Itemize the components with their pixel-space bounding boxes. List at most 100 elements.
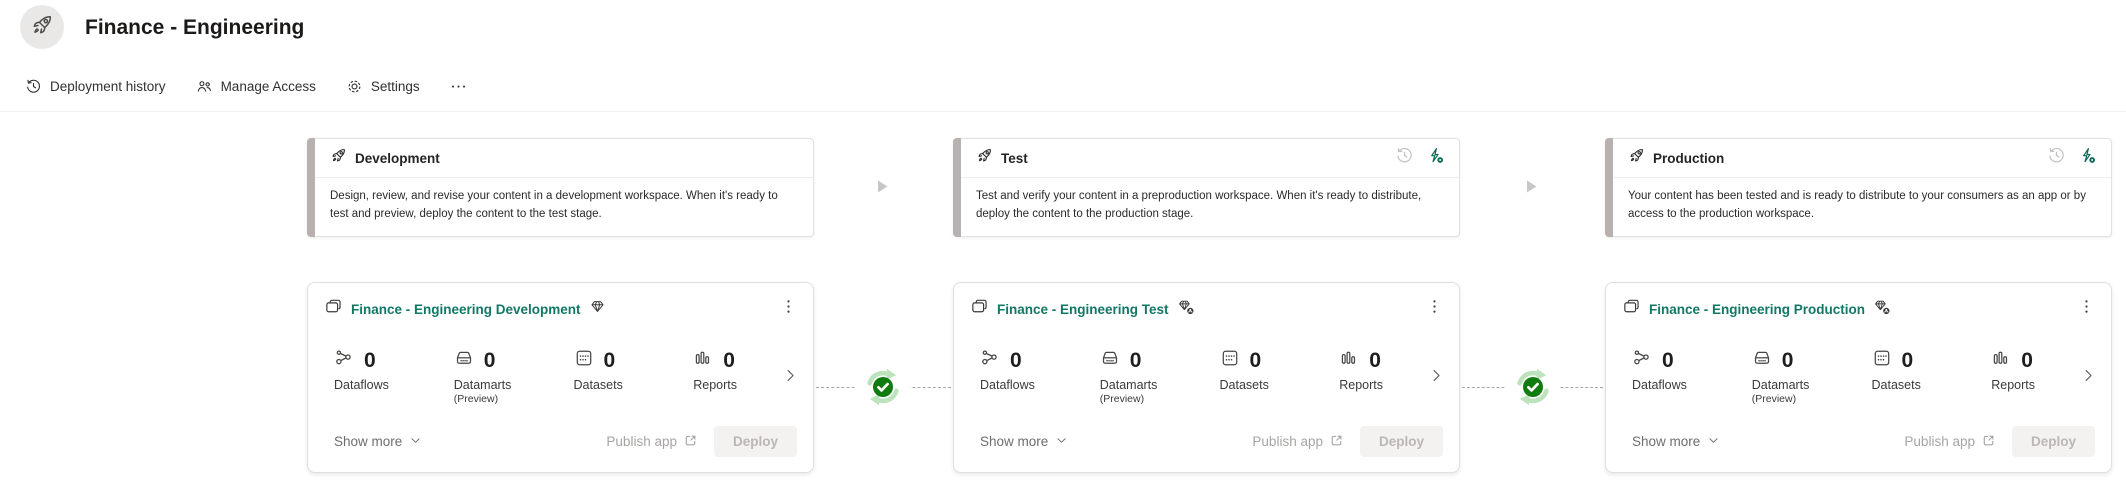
settings-label: Settings: [370, 79, 420, 94]
stat-sublabel: (Preview): [453, 393, 499, 405]
rocket-icon: [976, 147, 993, 169]
workspace-stats: 0 Dataflows 0 Datamarts (Preview) 0 Data…: [954, 322, 1459, 406]
external-link-icon: [683, 433, 698, 451]
diamond-person-badge-icon: [1873, 298, 1891, 321]
toolbar-divider: [0, 111, 2126, 112]
stage-header: Production: [1606, 139, 2111, 178]
chevron-right-icon[interactable]: [2080, 367, 2097, 389]
reports-icon: [1991, 348, 2011, 373]
stat-sublabel: (Preview): [1751, 393, 1797, 405]
stat-label: Datamarts: [1099, 378, 1158, 392]
stat-value: 0: [723, 348, 735, 372]
show-more-button[interactable]: Show more: [980, 434, 1068, 450]
stat-sublabel: (Preview): [1099, 393, 1145, 405]
chevron-right-icon[interactable]: [1428, 367, 1445, 389]
settings-button[interactable]: Settings: [346, 78, 420, 95]
stat-label: Datasets: [1871, 378, 1921, 392]
stage-card-production: Production Your content has been tested …: [1605, 138, 2112, 237]
stat-value: 0: [2021, 348, 2033, 372]
chevron-down-icon: [409, 434, 422, 450]
stat-datamarts: 0 Datamarts (Preview): [1751, 348, 1872, 406]
chevron-right-icon[interactable]: [782, 367, 799, 389]
workspace-name-link[interactable]: Finance - Engineering Production: [1649, 302, 1865, 317]
stat-value: 0: [1010, 348, 1022, 372]
dataflows-icon: [980, 348, 1000, 373]
datasets-icon: [1872, 348, 1892, 373]
kebab-menu-button[interactable]: [2076, 296, 2097, 322]
more-options-button[interactable]: [450, 78, 467, 95]
stat-datasets: 0 Datasets: [1872, 348, 1992, 405]
deployment-history-button[interactable]: Deployment history: [25, 78, 166, 95]
workspace-stats: 0 Dataflows 0 Datamarts (Preview) 0 Data…: [308, 322, 813, 406]
stat-label: Dataflows: [334, 378, 389, 392]
diamond-person-badge-icon: [1177, 298, 1195, 321]
deploy-button[interactable]: Deploy: [713, 426, 797, 457]
datamarts-icon: [1752, 348, 1772, 373]
publish-app-button[interactable]: Publish app: [1252, 433, 1344, 451]
gear-icon: [346, 78, 363, 95]
stat-value: 0: [1781, 348, 1794, 372]
show-more-button[interactable]: Show more: [334, 434, 422, 450]
workspace-icon: [324, 297, 343, 321]
manage-access-button[interactable]: Manage Access: [196, 78, 316, 95]
workspace-name-link[interactable]: Finance - Engineering Test: [997, 302, 1169, 317]
kebab-menu-button[interactable]: [778, 296, 799, 322]
manage-access-label: Manage Access: [220, 79, 316, 94]
dataflows-icon: [1632, 348, 1652, 373]
deployment-settings-icon[interactable]: [2078, 146, 2097, 170]
workspace-footer: Show more Publish app Deploy: [1606, 426, 2111, 457]
chevron-down-icon: [1055, 434, 1068, 450]
stat-value: 0: [364, 348, 376, 372]
pipeline-avatar: [20, 5, 64, 49]
datasets-icon: [574, 348, 594, 373]
stage-description: Your content has been tested and is read…: [1628, 190, 2086, 220]
show-more-label: Show more: [980, 434, 1049, 449]
workspace-icon: [1622, 297, 1641, 321]
datamarts-icon: [1100, 348, 1120, 373]
stat-value: 0: [1901, 348, 1914, 372]
stage-name: Development: [355, 150, 440, 166]
workspace-title-row: Finance - Engineering Development: [308, 283, 813, 322]
people-icon: [196, 78, 213, 95]
stage-actions: [1395, 146, 1445, 170]
footer-actions: Publish app Deploy: [1904, 426, 2095, 457]
datasets-icon: [1220, 348, 1240, 373]
workspace-card-production: Finance - Engineering Production 0 Dataf…: [1605, 282, 2112, 473]
workspace-stats: 0 Dataflows 0 Datamarts (Preview) 0 Data…: [1606, 322, 2111, 406]
stage-description: Design, review, and revise your content …: [330, 190, 778, 220]
publish-app-button[interactable]: Publish app: [1904, 433, 1996, 451]
deploy-button[interactable]: Deploy: [1359, 426, 1443, 457]
sync-check-icon[interactable]: [1505, 359, 1561, 415]
workspace-name-link[interactable]: Finance - Engineering Development: [351, 302, 581, 317]
datamarts-icon: [454, 348, 474, 373]
stat-label: Dataflows: [1632, 378, 1687, 392]
external-link-icon: [1329, 433, 1344, 451]
stage-history-icon[interactable]: [2047, 146, 2066, 170]
rocket-icon: [1628, 147, 1645, 169]
stat-dataflows: 0 Dataflows: [334, 348, 454, 405]
stat-label: Datamarts: [453, 378, 512, 392]
external-link-icon: [1981, 433, 1996, 451]
kebab-menu-button[interactable]: [1424, 296, 1445, 322]
publish-app-button[interactable]: Publish app: [606, 433, 698, 451]
publish-app-label: Publish app: [606, 434, 677, 449]
stat-label: Datamarts: [1751, 378, 1810, 392]
stage-history-icon[interactable]: [1395, 146, 1414, 170]
stage-card-test: Test Test and verify your content in a p…: [953, 138, 1460, 237]
deploy-button[interactable]: Deploy: [2011, 426, 2095, 457]
workspace-card-development: Finance - Engineering Development 0 Data…: [307, 282, 814, 473]
stat-value: 0: [483, 348, 496, 372]
dataflows-icon: [334, 348, 354, 373]
workspace-title-row: Finance - Engineering Production: [1606, 283, 2111, 322]
workspace-footer: Show more Publish app Deploy: [308, 426, 813, 457]
sync-check-icon[interactable]: [855, 359, 911, 415]
stage-description: Test and verify your content in a prepro…: [976, 190, 1422, 220]
stat-label: Datasets: [573, 378, 623, 392]
history-icon: [25, 78, 42, 95]
stage-name: Production: [1653, 150, 1725, 166]
show-more-button[interactable]: Show more: [1632, 434, 1720, 450]
stage-accent-bar: [1605, 138, 1613, 237]
stat-label: Dataflows: [980, 378, 1035, 392]
workspace-icon: [970, 297, 989, 321]
deployment-settings-icon[interactable]: [1426, 146, 1445, 170]
